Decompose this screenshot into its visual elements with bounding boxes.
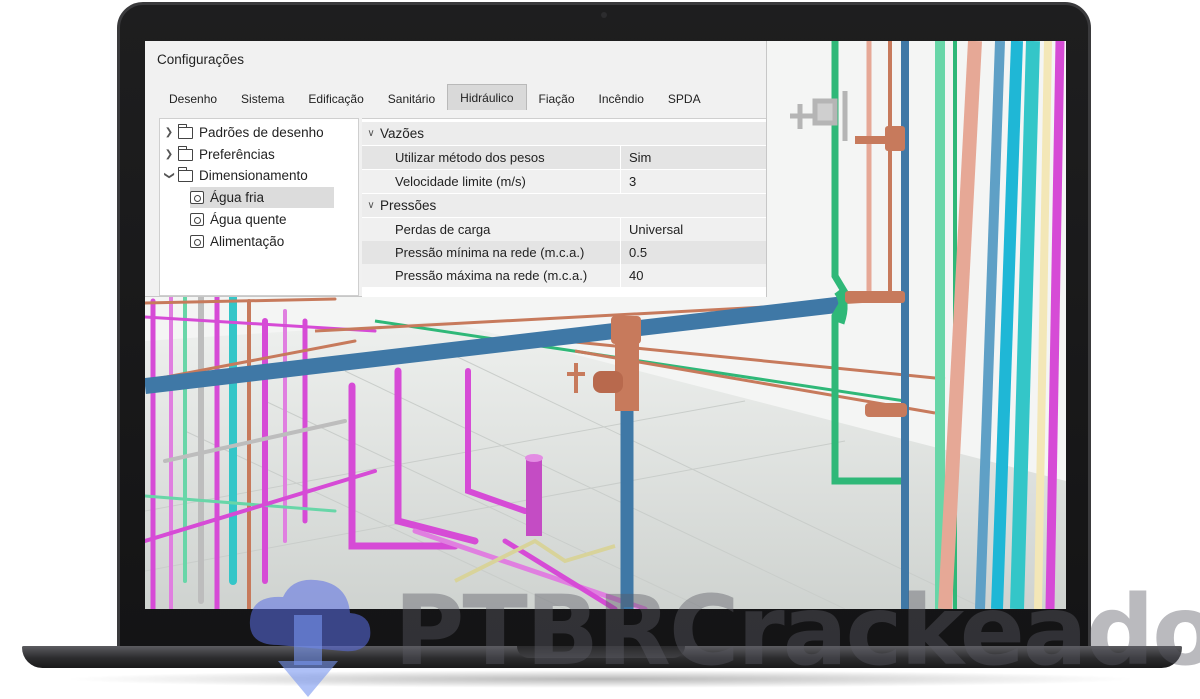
property-row[interactable]: Perdas de carga Universal [362, 218, 766, 242]
folder-icon [178, 145, 193, 161]
property-row[interactable]: Pressão máxima na rede (m.c.a.) 40 [362, 264, 766, 288]
chevron-down-icon[interactable]: ❯ [164, 169, 175, 183]
tab-sanitario[interactable]: Sanitário [376, 84, 447, 110]
tab-incendio[interactable]: Incêndio [587, 84, 656, 110]
settings-dialog: Configurações Desenho Sistema Edificação… [145, 41, 767, 297]
chevron-right-icon[interactable]: ❯ [162, 127, 176, 138]
tab-hidraulico[interactable]: Hidráulico [447, 84, 527, 110]
tab-desenho[interactable]: Desenho [157, 84, 229, 110]
property-value[interactable]: 0.5 [620, 241, 766, 264]
property-name: Pressão mínima na rede (m.c.a.) [362, 241, 620, 264]
property-value[interactable]: 40 [620, 264, 766, 287]
property-row[interactable]: Velocidade limite (m/s) 3 [362, 170, 766, 194]
tree-item-agua-quente[interactable]: Água quente [190, 209, 287, 230]
tree-item-label: Água quente [210, 212, 287, 227]
tree-item-alimentacao[interactable]: Alimentação [190, 231, 284, 252]
property-value[interactable]: Universal [620, 218, 766, 241]
property-name: Perdas de carga [362, 218, 620, 241]
property-name: Velocidade limite (m/s) [362, 170, 620, 193]
property-name: Pressão máxima na rede (m.c.a.) [362, 264, 620, 287]
tree-item-label: Dimensionamento [199, 168, 308, 183]
settings-tree: ❯ Padrões de desenho ❯ Preferências ❯ Di… [159, 118, 359, 296]
tree-item-preferencias[interactable]: ❯ Preferências [162, 144, 275, 165]
laptop-screen: Configurações Desenho Sistema Edificação… [145, 41, 1066, 609]
tree-item-label: Alimentação [210, 234, 285, 249]
laptop-notch [517, 646, 685, 658]
settings-doc-icon [190, 235, 204, 248]
tab-edificacao[interactable]: Edificação [296, 84, 375, 110]
tree-item-label: Padrões de desenho [199, 125, 324, 140]
tab-fiacao[interactable]: Fiação [527, 84, 587, 110]
category-pressoes[interactable]: ∨ Pressões [362, 194, 766, 217]
tree-item-label: Preferências [199, 147, 275, 162]
property-value[interactable]: Sim [620, 146, 766, 169]
category-label: Pressões [380, 198, 437, 213]
property-row[interactable]: Utilizar método dos pesos Sim [362, 146, 766, 170]
tree-item-agua-fria[interactable]: Água fria [190, 187, 334, 208]
tab-spda[interactable]: SPDA [656, 84, 713, 110]
property-grid: ∨ Vazões Utilizar método dos pesos Sim V… [362, 118, 766, 297]
tree-item-label: Água fria [210, 190, 265, 205]
category-label: Vazões [380, 126, 425, 141]
property-row[interactable]: Pressão mínima na rede (m.c.a.) 0.5 [362, 241, 766, 265]
chevron-down-icon[interactable]: ∨ [362, 200, 380, 211]
settings-doc-icon [190, 191, 204, 204]
dialog-title: Configurações [157, 52, 245, 67]
tree-item-padroes-de-desenho[interactable]: ❯ Padrões de desenho [162, 122, 324, 143]
tree-item-dimensionamento[interactable]: ❯ Dimensionamento [162, 165, 308, 186]
category-vazoes[interactable]: ∨ Vazões [362, 122, 766, 145]
tab-sistema[interactable]: Sistema [229, 84, 296, 110]
camera-dot [601, 12, 607, 18]
chevron-right-icon[interactable]: ❯ [162, 149, 176, 160]
folder-open-icon [178, 166, 193, 182]
chevron-down-icon[interactable]: ∨ [362, 128, 380, 139]
tab-bar: Desenho Sistema Edificação Sanitário Hid… [157, 84, 713, 110]
settings-doc-icon [190, 213, 204, 226]
property-name: Utilizar método dos pesos [362, 146, 620, 169]
laptop-shadow [60, 670, 1140, 688]
folder-icon [178, 123, 193, 139]
property-value[interactable]: 3 [620, 170, 766, 193]
